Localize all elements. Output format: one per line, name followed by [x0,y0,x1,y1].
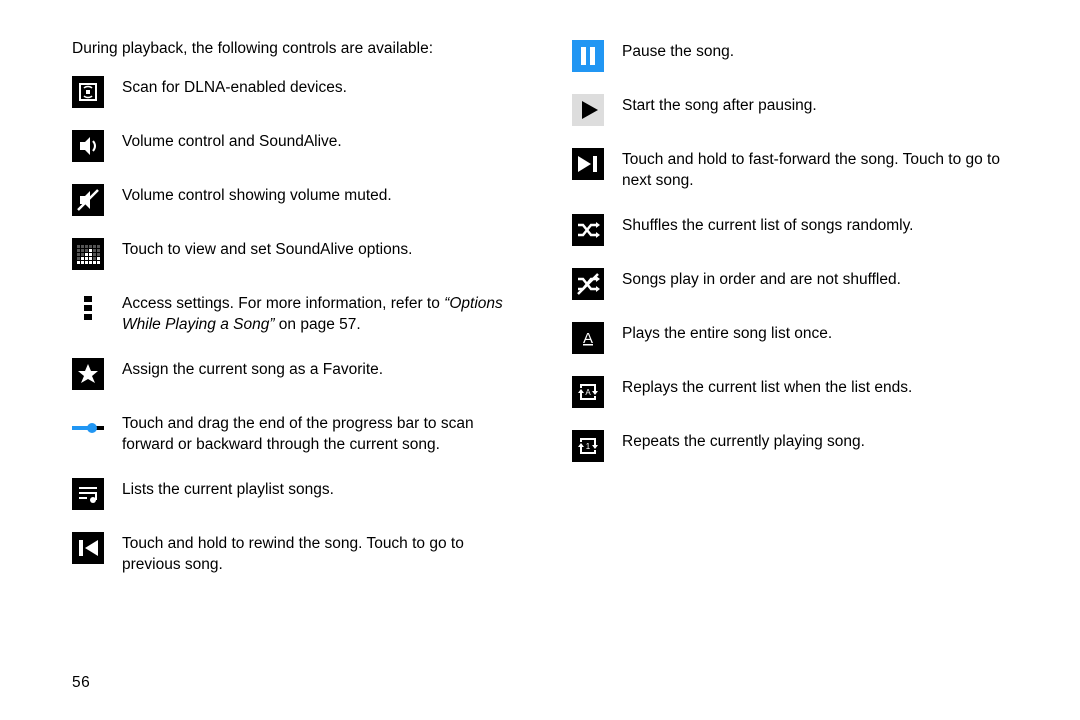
manual-page: During playback, the following controls … [0,0,1080,598]
play-icon [572,94,604,126]
control-row: Scan for DLNA-enabled devices. [72,76,524,108]
control-description: Volume control showing volume muted. [122,184,524,207]
volume-icon [72,130,104,162]
progress-icon [72,412,104,444]
control-row: Songs play in order and are not shuffled… [572,268,1024,300]
svg-text:A: A [583,330,593,347]
control-row: Access settings. For more information, r… [72,292,524,336]
right-column: Pause the song. Start the song after paus… [572,40,1024,598]
dlna-icon [72,76,104,108]
prev-icon [72,532,104,564]
next-icon [572,148,604,180]
star-icon [72,358,104,390]
control-row: A Plays the entire song list once. [572,322,1024,354]
no-shuffle-icon [572,268,604,300]
control-description: Touch to view and set SoundAlive options… [122,238,524,261]
control-description: Songs play in order and are not shuffled… [622,268,1024,291]
control-description: Touch and hold to fast-forward the song.… [622,148,1024,192]
control-description: Plays the entire song list once. [622,322,1024,345]
play-once-icon: A [572,322,604,354]
left-column: During playback, the following controls … [72,40,524,598]
page-number: 56 [72,674,90,692]
control-description: Repeats the currently playing song. [622,430,1024,453]
control-row: Start the song after pausing. [572,94,1024,126]
menu-dots-icon [72,292,104,324]
control-row: A Replays the current list when the list … [572,376,1024,408]
control-description: Scan for DLNA-enabled devices. [122,76,524,99]
control-description: Access settings. For more information, r… [122,292,524,336]
control-description: Assign the current song as a Favorite. [122,358,524,381]
control-description: Touch and drag the end of the progress b… [122,412,524,456]
control-row: Volume control showing volume muted. [72,184,524,216]
control-row: Lists the current playlist songs. [72,478,524,510]
control-description: Shuffles the current list of songs rando… [622,214,1024,237]
control-row: 1 Repeats the currently playing song. [572,430,1024,462]
control-description: Start the song after pausing. [622,94,1024,117]
control-row: Touch and hold to rewind the song. Touch… [72,532,524,576]
intro-text: During playback, the following controls … [72,40,524,58]
control-row: Pause the song. [572,40,1024,72]
repeat-one-icon: 1 [572,430,604,462]
control-row: Touch to view and set SoundAlive options… [72,238,524,270]
svg-text:1: 1 [586,442,591,451]
svg-text:A: A [585,388,591,397]
control-row: Assign the current song as a Favorite. [72,358,524,390]
volume-muted-icon [72,184,104,216]
control-description: Volume control and SoundAlive. [122,130,524,153]
equalizer-icon [72,238,104,270]
playlist-icon [72,478,104,510]
control-row: Shuffles the current list of songs rando… [572,214,1024,246]
control-row: Volume control and SoundAlive. [72,130,524,162]
control-row: Touch and drag the end of the progress b… [72,412,524,456]
pause-icon [572,40,604,72]
control-description: Replays the current list when the list e… [622,376,1024,399]
control-description: Lists the current playlist songs. [122,478,524,501]
control-description: Pause the song. [622,40,1024,63]
shuffle-icon [572,214,604,246]
control-description: Touch and hold to rewind the song. Touch… [122,532,524,576]
repeat-list-icon: A [572,376,604,408]
control-row: Touch and hold to fast-forward the song.… [572,148,1024,192]
